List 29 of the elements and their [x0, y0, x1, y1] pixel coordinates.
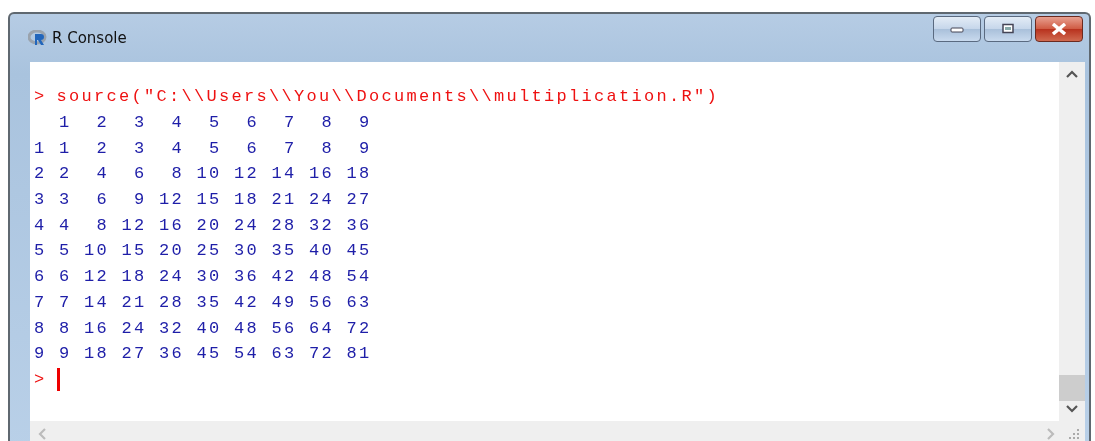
scroll-left-icon [38, 428, 46, 440]
output-line: 4 4 8 12 16 20 24 28 32 36 [34, 215, 372, 235]
prompt-symbol: > [34, 369, 47, 389]
output-line: 6 6 12 18 24 30 36 42 48 54 [34, 267, 372, 287]
output-line: 3 3 6 9 12 15 18 21 24 27 [34, 190, 372, 210]
command-text: source("C:\\Users\\You\\Documents\\multiplication.R") [56, 87, 720, 107]
scroll-thumb[interactable] [1059, 375, 1085, 401]
maximize-button[interactable] [984, 16, 1032, 42]
window-title: R Console [52, 29, 127, 47]
scroll-right-icon [1047, 428, 1055, 440]
prompt-symbol: > [34, 87, 47, 107]
maximize-icon [1001, 23, 1015, 35]
vertical-scrollbar[interactable] [1059, 62, 1085, 421]
horizontal-scrollbar[interactable] [30, 421, 1085, 441]
output-line: 2 2 4 6 8 10 12 14 16 18 [34, 164, 372, 184]
output-line: 8 8 16 24 32 40 48 56 64 72 [34, 318, 372, 338]
scroll-up-icon [1066, 70, 1078, 78]
output-line: 7 7 14 21 28 35 42 49 56 63 [34, 292, 372, 312]
output-line: 9 9 18 27 36 45 54 63 72 81 [34, 344, 372, 364]
resize-grip-icon [1067, 427, 1081, 441]
minimize-button[interactable] [933, 16, 981, 42]
scroll-down-icon [1066, 405, 1078, 413]
output-line: 1 1 2 3 4 5 6 7 8 9 [34, 138, 372, 158]
close-button[interactable] [1035, 16, 1083, 42]
minimize-icon [950, 25, 964, 33]
output-line: 5 5 10 15 20 25 30 35 40 45 [34, 241, 372, 261]
close-icon [1050, 23, 1068, 35]
output-line: 1 2 3 4 5 6 7 8 9 [58, 113, 372, 133]
app-logo-icon [28, 30, 48, 46]
